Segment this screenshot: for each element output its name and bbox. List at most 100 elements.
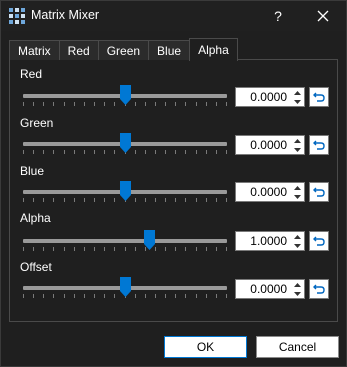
- slider-thumb[interactable]: [119, 133, 131, 153]
- slider-tick: [215, 150, 217, 154]
- slider-tick: [215, 102, 217, 106]
- slider-thumb[interactable]: [143, 230, 155, 250]
- slider-tick: [134, 294, 136, 298]
- slider-tick: [215, 294, 217, 298]
- slider-tick: [114, 150, 116, 154]
- slider-tick: [23, 198, 24, 202]
- slider-tick: [226, 247, 227, 251]
- slider-tick: [124, 247, 126, 251]
- slider-tick: [205, 198, 207, 202]
- slider-tick: [83, 247, 85, 251]
- value-spinbox-blue[interactable]: 0.0000: [235, 182, 305, 202]
- slider-tick: [226, 150, 227, 154]
- slider-green[interactable]: [23, 133, 227, 154]
- value-input-blue[interactable]: 0.0000: [236, 183, 290, 201]
- chevron-up-icon[interactable]: [291, 88, 304, 97]
- cancel-button[interactable]: Cancel: [256, 336, 339, 358]
- slider-tick: [154, 198, 156, 202]
- slider-tick: [53, 150, 55, 154]
- value-input-red[interactable]: 0.0000: [236, 88, 290, 106]
- reset-button-blue[interactable]: [309, 182, 329, 202]
- slider-tick: [195, 150, 197, 154]
- value-spinbox-green[interactable]: 0.0000: [235, 135, 305, 155]
- slider-tick: [226, 198, 227, 202]
- slider-tick: [165, 294, 167, 298]
- chevron-down-icon[interactable]: [291, 97, 304, 106]
- slider-tick: [114, 102, 116, 106]
- chevron-down-icon[interactable]: [291, 289, 304, 298]
- slider-tick: [114, 247, 116, 251]
- slider-tick: [195, 198, 197, 202]
- tab-bar: Matrix Red Green Blue Alpha: [9, 38, 238, 61]
- slider-red[interactable]: [23, 85, 227, 106]
- chevron-up-icon[interactable]: [291, 183, 304, 192]
- chevron-up-icon[interactable]: [291, 136, 304, 145]
- slider-tick: [226, 294, 227, 298]
- slider-blue[interactable]: [23, 181, 227, 202]
- reset-button-red[interactable]: [309, 87, 329, 107]
- slider-tick: [144, 294, 146, 298]
- slider-tick: [43, 198, 45, 202]
- tab-blue[interactable]: Blue: [148, 40, 191, 60]
- chevron-down-icon[interactable]: [291, 241, 304, 250]
- row-label-red: Red: [20, 67, 43, 81]
- slider-tick: [63, 294, 65, 298]
- slider-tick: [104, 102, 106, 106]
- window-title: Matrix Mixer: [31, 8, 100, 22]
- value-spinbox-alpha[interactable]: 1.0000: [235, 231, 305, 251]
- slider-tick: [195, 294, 197, 298]
- value-input-green[interactable]: 0.0000: [236, 136, 290, 154]
- value-input-alpha[interactable]: 1.0000: [236, 232, 290, 250]
- slider-tick: [83, 150, 85, 154]
- slider-tick: [23, 150, 24, 154]
- reset-button-offset[interactable]: [309, 279, 329, 299]
- tab-red[interactable]: Red: [58, 40, 99, 60]
- value-spinbox-offset[interactable]: 0.0000: [235, 279, 305, 299]
- value-spinbox-red[interactable]: 0.0000: [235, 87, 305, 107]
- help-button[interactable]: ?: [263, 1, 293, 31]
- slider-tick: [23, 294, 24, 298]
- slider-tick: [83, 294, 85, 298]
- slider-tick: [175, 102, 177, 106]
- slider-alpha[interactable]: [23, 230, 227, 251]
- slider-thumb[interactable]: [119, 277, 131, 297]
- slider-tick: [205, 247, 207, 251]
- close-button[interactable]: [307, 1, 339, 31]
- slider-thumb[interactable]: [119, 181, 131, 201]
- slider-tick: [114, 294, 116, 298]
- chevron-down-icon[interactable]: [291, 145, 304, 154]
- chevron-up-icon[interactable]: [291, 232, 304, 241]
- slider-tick: [134, 102, 136, 106]
- slider-tick: [185, 198, 187, 202]
- slider-tick: [104, 198, 106, 202]
- slider-offset[interactable]: [23, 277, 227, 298]
- chevron-up-icon[interactable]: [291, 280, 304, 289]
- tab-matrix[interactable]: Matrix: [9, 40, 60, 60]
- slider-tick: [33, 150, 35, 154]
- slider-tick: [73, 198, 75, 202]
- reset-button-green[interactable]: [309, 135, 329, 155]
- slider-tick: [134, 150, 136, 154]
- tab-green[interactable]: Green: [97, 40, 150, 60]
- slider-tick: [205, 150, 207, 154]
- slider-tick: [63, 150, 65, 154]
- slider-tick: [104, 150, 106, 154]
- slider-tick: [23, 102, 24, 106]
- ok-button[interactable]: OK: [164, 336, 247, 358]
- slider-tick: [165, 102, 167, 106]
- tab-alpha[interactable]: Alpha: [189, 38, 238, 61]
- slider-tick: [94, 294, 96, 298]
- slider-tick: [185, 294, 187, 298]
- slider-tick: [94, 198, 96, 202]
- row-label-offset: Offset: [20, 260, 52, 274]
- slider-tick: [63, 198, 65, 202]
- row-label-green: Green: [20, 116, 54, 130]
- slider-tick: [104, 294, 106, 298]
- slider-tick: [185, 102, 187, 106]
- slider-tick: [33, 102, 35, 106]
- chevron-down-icon[interactable]: [291, 192, 304, 201]
- reset-button-alpha[interactable]: [309, 231, 329, 251]
- slider-tick: [144, 150, 146, 154]
- value-input-offset[interactable]: 0.0000: [236, 280, 290, 298]
- slider-thumb[interactable]: [119, 85, 131, 105]
